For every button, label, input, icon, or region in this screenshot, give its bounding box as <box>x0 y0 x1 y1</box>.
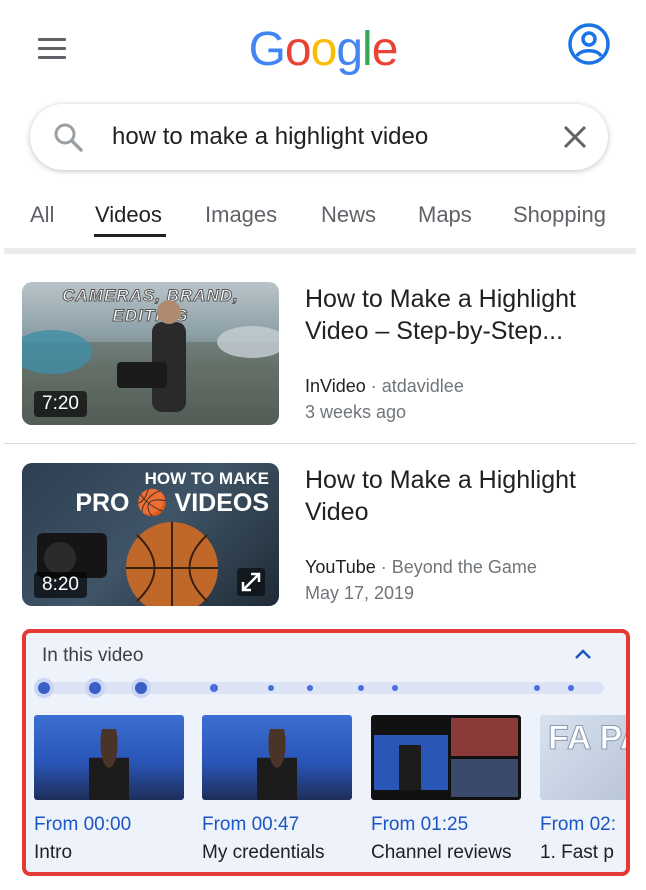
in-this-video-title: In this video <box>42 645 144 666</box>
timeline-marker[interactable] <box>135 682 147 694</box>
video-source: InVideo <box>305 376 366 396</box>
chapter-card[interactable]: From 00:47 My credentials <box>202 715 352 864</box>
video-duration: 7:20 <box>34 391 87 417</box>
video-title[interactable]: How to Make a Highlight Video – Step-by-… <box>305 283 625 347</box>
video-author: atdavidlee <box>381 376 464 396</box>
timeline-marker[interactable] <box>392 685 398 691</box>
tab-maps[interactable]: Maps <box>418 202 472 228</box>
logo-letter: G <box>248 23 286 76</box>
result-divider <box>4 443 636 444</box>
search-input[interactable]: how to make a highlight video <box>112 123 428 151</box>
timeline-marker[interactable] <box>358 685 364 691</box>
video-source-line: InVideo · atdavidlee <box>305 376 464 397</box>
chapter-time[interactable]: From 00:00 <box>34 814 184 836</box>
video-title-line[interactable]: How to Make a Highlight <box>305 283 625 315</box>
tab-videos[interactable]: Videos <box>95 202 162 228</box>
chapter-card[interactable]: FA PA From 02: 1. Fast p <box>540 715 626 864</box>
chapter-thumbnail-text: FA PA <box>547 719 626 757</box>
video-date: 3 weeks ago <box>305 402 407 422</box>
chapter-thumbnail[interactable] <box>371 715 521 800</box>
video-thumbnail[interactable]: CAMERAS, BRAND, EDITING 7:20 <box>22 282 279 425</box>
in-this-video-panel: In this video From 00:00 Intro From 00:4… <box>22 629 630 876</box>
chapter-time[interactable]: From 00:47 <box>202 814 352 836</box>
timeline-marker[interactable] <box>568 685 574 691</box>
thumbnail-subheading: PRO 🏀 VIDEOS <box>75 489 269 517</box>
chapter-timeline[interactable] <box>36 682 604 694</box>
timeline-marker[interactable] <box>38 682 50 694</box>
chapter-card[interactable]: From 01:25 Channel reviews <box>371 715 521 864</box>
video-title-line[interactable]: Video <box>305 496 625 528</box>
tab-images[interactable]: Images <box>205 202 277 228</box>
separator-dot: · <box>370 376 377 396</box>
chevron-up-icon[interactable] <box>574 647 592 661</box>
chapter-time[interactable]: From 01:25 <box>371 814 521 836</box>
tab-shopping[interactable]: Shopping <box>513 202 606 228</box>
timeline-marker[interactable] <box>89 682 101 694</box>
video-title-line[interactable]: How to Make a Highlight <box>305 464 625 496</box>
search-tabs: All Videos Images News Maps Shopping <box>0 196 646 248</box>
video-thumbnail[interactable]: HOW TO MAKE PRO 🏀 VIDEOS 8:20 <box>22 463 279 606</box>
google-logo[interactable]: Google <box>0 22 646 77</box>
collage-thumbnail-graphic <box>374 718 518 797</box>
video-source-line: YouTube · Beyond the Game <box>305 557 537 578</box>
logo-letter: e <box>371 23 399 76</box>
separator-dot: · <box>380 557 387 577</box>
chapter-card[interactable]: From 00:00 Intro <box>34 715 184 864</box>
timeline-marker[interactable] <box>534 685 540 691</box>
account-circle-icon[interactable] <box>567 22 611 66</box>
tab-all[interactable]: All <box>30 202 54 228</box>
expand-icon[interactable] <box>237 568 265 596</box>
video-duration: 8:20 <box>34 572 87 598</box>
active-tab-indicator <box>94 234 166 237</box>
logo-letter: g <box>336 23 363 76</box>
logo-letter: o <box>310 23 338 76</box>
timeline-marker[interactable] <box>210 684 218 692</box>
video-title[interactable]: How to Make a Highlight Video <box>305 464 625 528</box>
search-icon[interactable] <box>52 121 84 153</box>
chapter-label[interactable]: My credentials <box>202 842 352 864</box>
video-date: May 17, 2019 <box>305 583 415 603</box>
close-icon[interactable] <box>560 122 590 152</box>
video-title-line[interactable]: Video – Step-by-Step... <box>305 315 625 347</box>
logo-letter: o <box>284 23 312 76</box>
timeline-marker[interactable] <box>268 685 274 691</box>
tabs-divider <box>4 248 636 254</box>
thumbnail-heading: HOW TO MAKE <box>144 469 269 488</box>
chapter-label[interactable]: Channel reviews <box>371 842 521 864</box>
chapter-thumbnail[interactable]: FA PA <box>540 715 626 800</box>
timeline-marker[interactable] <box>307 685 313 691</box>
video-source: YouTube <box>305 557 376 577</box>
chapter-label[interactable]: Intro <box>34 842 184 864</box>
logo-letter: l <box>362 23 373 76</box>
chapter-time[interactable]: From 02: <box>540 814 626 836</box>
chapter-thumbnail[interactable] <box>34 715 184 800</box>
search-bar[interactable]: how to make a highlight video <box>30 104 608 170</box>
tab-news[interactable]: News <box>321 202 376 228</box>
chapter-label[interactable]: 1. Fast p <box>540 842 626 864</box>
video-author: Beyond the Game <box>391 557 537 577</box>
chapter-thumbnail[interactable] <box>202 715 352 800</box>
